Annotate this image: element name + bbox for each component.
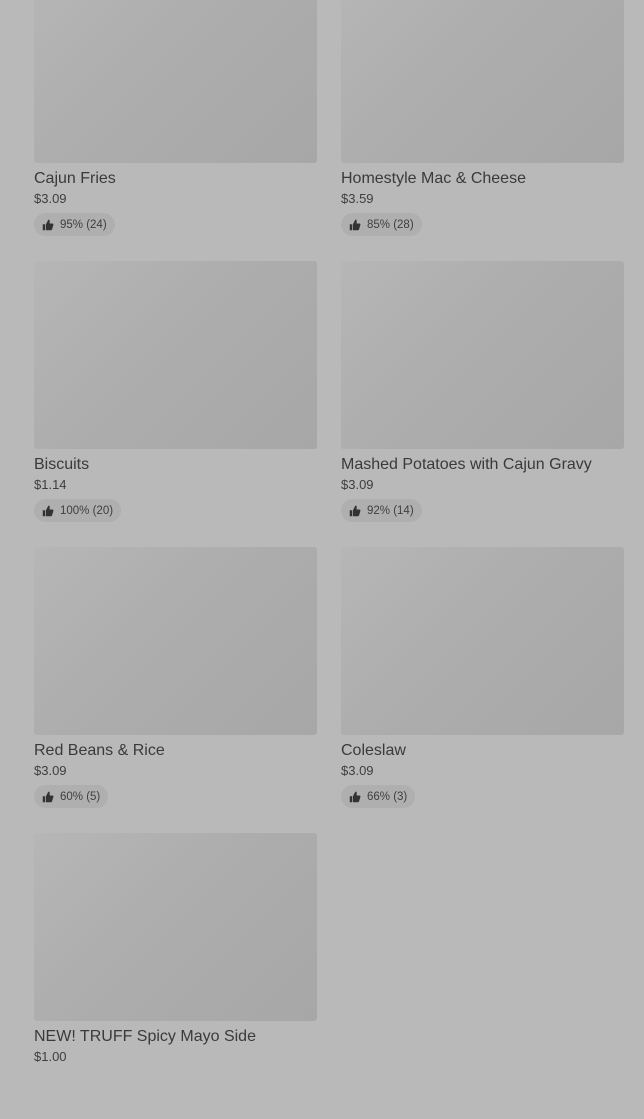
rating-text: 92% (14) <box>367 504 414 517</box>
menu-item-price: $3.59 <box>341 191 374 206</box>
menu-item-image[interactable] <box>341 547 624 735</box>
rating-text: 95% (24) <box>60 218 107 231</box>
menu-item-price: $1.14 <box>34 477 67 492</box>
menu-item-name: Cajun Fries <box>34 170 116 187</box>
menu-item-image[interactable] <box>34 547 317 735</box>
rating-badge: 95% (24) <box>34 213 115 237</box>
menu-item-grid: Cajun Fries $3.09 95% (24) Homestyle Mac… <box>34 0 624 1119</box>
rating-badge: 60% (5) <box>34 785 109 809</box>
rating-badge: 92% (14) <box>341 499 422 523</box>
rating-text: 60% (5) <box>60 790 101 803</box>
thumbs-up-icon <box>349 219 361 230</box>
menu-item-name: NEW! TRUFF Spicy Mayo Side <box>34 1028 256 1045</box>
menu-item-price: $3.09 <box>341 763 374 778</box>
menu-item-price: $1.00 <box>34 1049 67 1064</box>
menu-item-name: Mashed Potatoes with Cajun Gravy <box>341 456 592 473</box>
rating-badge: 85% (28) <box>341 213 422 237</box>
menu-item-price: $3.09 <box>34 191 67 206</box>
thumbs-up-icon <box>42 219 54 230</box>
rating-text: 85% (28) <box>367 218 414 231</box>
menu-item-card[interactable]: Biscuits $1.14 100% (20) <box>34 261 317 547</box>
menu-item-price: $3.09 <box>34 763 67 778</box>
menu-item-price: $3.09 <box>341 477 374 492</box>
menu-item-card[interactable]: Red Beans & Rice $3.09 60% (5) <box>34 547 317 833</box>
menu-item-card[interactable]: Mashed Potatoes with Cajun Gravy $3.09 9… <box>341 261 624 547</box>
rating-text: 100% (20) <box>60 504 114 517</box>
menu-item-card[interactable]: NEW! TRUFF Spicy Mayo Side $1.00 <box>34 833 317 1119</box>
menu-item-card[interactable]: Cajun Fries $3.09 95% (24) <box>34 0 317 261</box>
menu-item-card[interactable]: Homestyle Mac & Cheese $3.59 85% (28) <box>341 0 624 261</box>
menu-item-image[interactable] <box>34 833 317 1021</box>
menu-item-card[interactable]: Coleslaw $3.09 66% (3) <box>341 547 624 833</box>
rating-badge: 100% (20) <box>34 499 122 523</box>
menu-item-image[interactable] <box>34 261 317 449</box>
thumbs-up-icon <box>349 505 361 516</box>
menu-item-image[interactable] <box>34 0 317 163</box>
menu-item-image[interactable] <box>341 0 624 163</box>
menu-item-name: Homestyle Mac & Cheese <box>341 170 526 187</box>
thumbs-up-icon <box>42 791 54 802</box>
thumbs-up-icon <box>42 505 54 516</box>
menu-item-image[interactable] <box>341 261 624 449</box>
thumbs-up-icon <box>349 791 361 802</box>
menu-item-name: Biscuits <box>34 456 90 473</box>
menu-item-name: Coleslaw <box>341 742 406 759</box>
menu-item-name: Red Beans & Rice <box>34 742 165 759</box>
rating-badge: 66% (3) <box>341 785 416 809</box>
rating-text: 66% (3) <box>367 790 408 803</box>
